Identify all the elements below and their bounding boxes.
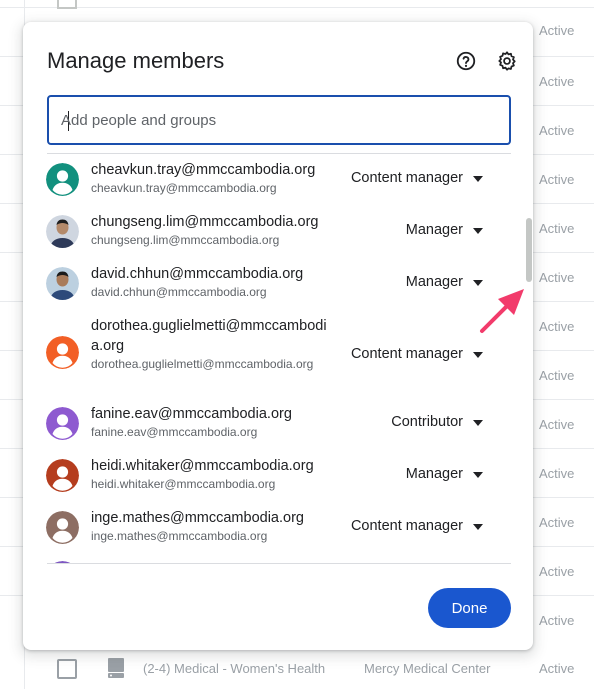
member-list[interactable]: cheavkun.tray@mmccambodia.org cheavkun.t… xyxy=(23,154,533,563)
member-email-secondary: heidi.whitaker@mmccambodia.org xyxy=(91,477,276,491)
member-email: fanine.eav@mmccambodia.org xyxy=(91,406,292,422)
member-email: david.chhun@mmccambodia.org xyxy=(91,266,304,282)
list-item[interactable]: inge.mathes@mmccambodia.org inge.mathes@… xyxy=(23,502,533,554)
done-button[interactable]: Done xyxy=(428,588,511,628)
member-email-secondary: chungseng.lim@mmccambodia.org xyxy=(91,233,280,247)
member-email: cheavkun.tray@mmccambodia.org xyxy=(91,162,316,178)
annotation-arrow-icon xyxy=(480,289,524,333)
avatar xyxy=(46,336,79,369)
status-text: Active xyxy=(539,613,575,628)
chevron-down-icon[interactable] xyxy=(473,228,483,234)
shared-drive-icon xyxy=(108,658,124,678)
help-icon[interactable] xyxy=(455,50,477,72)
list-item[interactable]: david.chhun@mmccambodia.org david.chhun@… xyxy=(23,258,533,310)
role-dropdown[interactable]: Manager xyxy=(406,274,463,290)
avatar xyxy=(46,511,79,544)
dialog-title: Manage members xyxy=(47,48,225,73)
gear-icon[interactable] xyxy=(496,50,518,72)
scrollbar-thumb[interactable] xyxy=(526,218,532,282)
role-dropdown[interactable]: Content manager xyxy=(351,346,463,362)
list-item[interactable] xyxy=(23,554,533,563)
avatar xyxy=(46,267,79,300)
avatar xyxy=(46,163,79,196)
member-email-secondary: inge.mathes@mmccambodia.org xyxy=(91,529,268,543)
default-avatar-icon xyxy=(46,336,79,369)
list-divider xyxy=(47,563,511,564)
scrollbar-track[interactable] xyxy=(525,154,533,563)
member-email: dorothea.guglielmetti@mmccambodia.org xyxy=(91,318,327,354)
member-email: heidi.whitaker@mmccambodia.org xyxy=(91,458,314,474)
member-email: inge.mathes@mmccambodia.org xyxy=(91,510,304,526)
role-dropdown[interactable]: Contributor xyxy=(391,414,463,430)
list-item[interactable]: fanine.eav@mmccambodia.org fanine.eav@mm… xyxy=(23,398,533,450)
member-email-secondary: dorothea.guglielmetti@mmccambodia.org xyxy=(91,357,314,371)
role-dropdown[interactable]: Manager xyxy=(406,466,463,482)
member-email: chungseng.lim@mmccambodia.org xyxy=(91,214,319,230)
profile-photo xyxy=(46,215,79,248)
chevron-down-icon[interactable] xyxy=(473,176,483,182)
chevron-down-icon[interactable] xyxy=(473,352,483,358)
profile-photo xyxy=(46,267,79,300)
avatar xyxy=(46,407,79,440)
default-avatar-icon xyxy=(46,511,79,544)
organization-name: Mercy Medical Center xyxy=(364,661,491,676)
default-avatar-icon xyxy=(46,163,79,196)
list-item[interactable]: chungseng.lim@mmccambodia.org chungseng.… xyxy=(23,206,533,258)
role-dropdown[interactable]: Content manager xyxy=(351,518,463,534)
table-row[interactable]: (2-4) Medical - Women's Health Mercy Med… xyxy=(0,645,594,689)
status-text: Active xyxy=(539,661,575,676)
avatar xyxy=(46,215,79,248)
table-row[interactable]: Active xyxy=(0,0,594,38)
avatar xyxy=(46,459,79,492)
chevron-down-icon[interactable] xyxy=(473,420,483,426)
default-avatar-icon xyxy=(46,407,79,440)
chevron-down-icon[interactable] xyxy=(473,524,483,530)
list-item[interactable]: heidi.whitaker@mmccambodia.org heidi.whi… xyxy=(23,450,533,502)
manage-members-dialog: Manage members cheavkun.tray@mmccambodia… xyxy=(23,22,533,650)
list-item[interactable]: dorothea.guglielmetti@mmccambodia.org do… xyxy=(23,310,533,398)
member-email-secondary: cheavkun.tray@mmccambodia.org xyxy=(91,181,277,195)
member-email-secondary: fanine.eav@mmccambodia.org xyxy=(91,425,258,439)
add-people-field[interactable] xyxy=(47,95,511,145)
chevron-down-icon[interactable] xyxy=(473,472,483,478)
add-people-input[interactable] xyxy=(61,109,491,131)
member-email-secondary: david.chhun@mmccambodia.org xyxy=(91,285,267,299)
chevron-down-icon[interactable] xyxy=(473,280,483,286)
role-dropdown[interactable]: Content manager xyxy=(351,170,463,186)
default-avatar-icon xyxy=(46,459,79,492)
drive-name[interactable]: (2-4) Medical - Women's Health xyxy=(143,661,325,676)
row-checkbox[interactable] xyxy=(57,659,77,679)
role-dropdown[interactable]: Manager xyxy=(406,222,463,238)
list-item[interactable]: cheavkun.tray@mmccambodia.org cheavkun.t… xyxy=(23,154,533,206)
